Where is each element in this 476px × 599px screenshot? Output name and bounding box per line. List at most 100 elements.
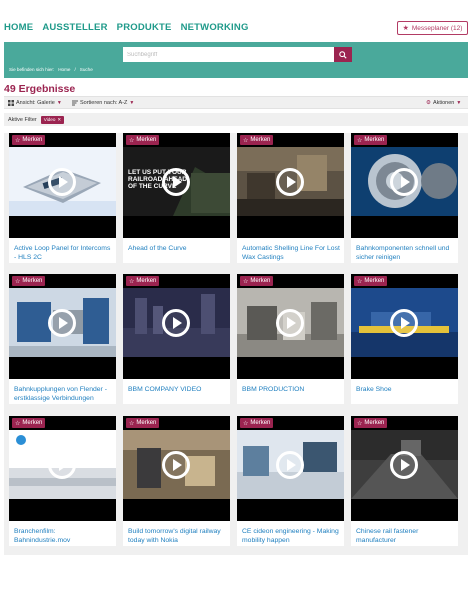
filter-chip-label: Video [43,117,56,122]
filter-chip-video[interactable]: Video ✕ [40,115,65,124]
card-title[interactable]: CE cideon engineering - Making mobility … [242,528,340,545]
merken-button[interactable]: ☆ Merken [240,135,274,145]
video-thumbnail[interactable]: LET US PUT YOUR RAILROAD AHEAD OF THE CU… [123,133,230,238]
breadcrumb-current: Suche [79,67,93,72]
star-outline-icon: ☆ [357,278,363,285]
merken-button[interactable]: ☆ Merken [12,276,46,286]
merken-button[interactable]: ☆ Merken [354,276,388,286]
merken-label: Merken [22,137,43,143]
result-card[interactable]: ☆ Merken Branchenfilm: Bahnindustrie.mov [9,416,116,546]
view-selector-label: Ansicht: Galerie [16,100,55,106]
result-card[interactable]: ☆ Merken Active Loop Panel for Intercoms… [9,133,116,263]
star-outline-icon: ☆ [357,420,363,427]
main-nav: HOME AUSSTELLER PRODUKTE NETWORKING [4,22,249,33]
video-thumbnail[interactable]: ☆ Merken [237,416,344,521]
sort-selector[interactable]: Sortieren nach: A-Z ▼ [72,100,134,106]
video-thumbnail[interactable]: ☆ Merken [237,274,344,379]
merken-button[interactable]: ☆ Merken [12,418,46,428]
play-icon[interactable] [162,309,190,337]
star-outline-icon: ☆ [129,278,135,285]
star-outline-icon: ☆ [15,137,21,144]
card-title[interactable]: Brake Shoe [356,386,454,395]
card-title[interactable]: Branchenfilm: Bahnindustrie.mov [14,528,112,545]
gear-icon: ⚙ [426,100,431,106]
active-filters-bar: Aktive Filter Video ✕ [4,113,468,126]
video-thumbnail[interactable]: ☆ Merken [351,274,458,379]
search-button[interactable] [334,47,352,62]
card-title[interactable]: Bahnkomponenten schnell und sicher reini… [356,245,454,262]
star-outline-icon: ☆ [243,278,249,285]
card-title[interactable]: Bahnkupplungen von Flender - erstklassig… [14,386,112,403]
merken-button[interactable]: ☆ Merken [126,276,160,286]
video-thumbnail[interactable]: ☆ Merken [123,416,230,521]
result-card[interactable]: ☆ Merken Chinese rail fastener manufactu… [351,416,458,546]
video-thumbnail[interactable]: ☆ Merken [237,133,344,238]
star-outline-icon: ☆ [243,420,249,427]
card-title[interactable]: Active Loop Panel for Intercoms - HLS 2C [14,245,112,262]
merken-button[interactable]: ☆ Merken [126,135,160,145]
merken-label: Merken [136,420,157,426]
play-icon[interactable] [162,451,190,479]
result-card[interactable]: LET US PUT YOUR RAILROAD AHEAD OF THE CU… [123,133,230,263]
results-count-title: 49 Ergebnisse [4,83,76,95]
card-title[interactable]: Ahead of the Curve [128,245,226,254]
video-thumbnail[interactable]: ☆ Merken [9,133,116,238]
card-title[interactable]: BBM COMPANY VIDEO [128,386,226,395]
merken-label: Merken [136,278,157,284]
result-card[interactable]: ☆ Merken Automatic Shelling Line For Los… [237,133,344,263]
search-input[interactable] [123,47,334,62]
play-icon[interactable] [390,309,418,337]
video-thumbnail[interactable]: ☆ Merken [9,416,116,521]
chevron-down-icon: ▼ [129,100,135,106]
result-card[interactable]: ☆ Merken Build tomorrow's digital railwa… [123,416,230,546]
sort-icon [72,100,78,106]
play-icon[interactable] [162,168,190,196]
result-card[interactable]: ☆ Merken BBM COMPANY VIDEO [123,274,230,404]
nav-produkte[interactable]: PRODUKTE [117,22,172,33]
video-thumbnail[interactable]: ☆ Merken [123,274,230,379]
play-icon[interactable] [390,168,418,196]
nav-aussteller[interactable]: AUSSTELLER [42,22,107,33]
view-selector[interactable]: Ansicht: Galerie ▼ [8,100,62,106]
merken-label: Merken [364,137,385,143]
merken-button[interactable]: ☆ Merken [354,418,388,428]
result-card[interactable]: ☆ Merken Bahnkupplungen von Flender - er… [9,274,116,404]
card-title[interactable]: Automatic Shelling Line For Lost Wax Cas… [242,245,340,262]
merken-button[interactable]: ☆ Merken [240,276,274,286]
nav-home[interactable]: HOME [4,22,33,33]
nav-networking[interactable]: NETWORKING [181,22,249,33]
play-icon[interactable] [390,451,418,479]
card-title[interactable]: BBM PRODUCTION [242,386,340,395]
play-icon[interactable] [48,451,76,479]
merken-button[interactable]: ☆ Merken [126,418,160,428]
result-card[interactable]: ☆ Merken Brake Shoe [351,274,458,404]
card-title[interactable]: Build tomorrow's digital railway today w… [128,528,226,545]
merken-label: Merken [364,420,385,426]
video-thumbnail[interactable]: ☆ Merken [351,133,458,238]
merken-label: Merken [22,420,43,426]
play-icon[interactable] [48,168,76,196]
play-icon[interactable] [276,451,304,479]
play-icon[interactable] [48,309,76,337]
result-card[interactable]: ☆ Merken CE cideon engineering - Making … [237,416,344,546]
merken-button[interactable]: ☆ Merken [12,135,46,145]
grid-icon [8,100,14,106]
actions-menu[interactable]: ⚙ Aktionen ▼ [426,100,461,106]
result-card[interactable]: ☆ Merken Bahnkomponenten schnell und sic… [351,133,458,263]
top-bar: HOME AUSSTELLER PRODUKTE NETWORKING ★ Me… [0,0,476,42]
breadcrumb-home[interactable]: Home [58,67,70,72]
merken-button[interactable]: ☆ Merken [240,418,274,428]
active-filters-label: Aktive Filter [8,116,37,123]
messeplaner-button[interactable]: ★ Messeplaner (12) [397,21,468,35]
merken-button[interactable]: ☆ Merken [354,135,388,145]
play-icon[interactable] [276,309,304,337]
card-title[interactable]: Chinese rail fastener manufacturer [356,528,454,545]
merken-label: Merken [22,278,43,284]
video-thumbnail[interactable]: ☆ Merken [351,416,458,521]
chevron-down-icon: ▼ [56,100,62,106]
video-thumbnail[interactable]: ☆ Merken [9,274,116,379]
merken-label: Merken [364,278,385,284]
play-icon[interactable] [276,168,304,196]
sort-selector-label: Sortieren nach: A-Z [80,100,128,106]
result-card[interactable]: ☆ Merken BBM PRODUCTION [237,274,344,404]
